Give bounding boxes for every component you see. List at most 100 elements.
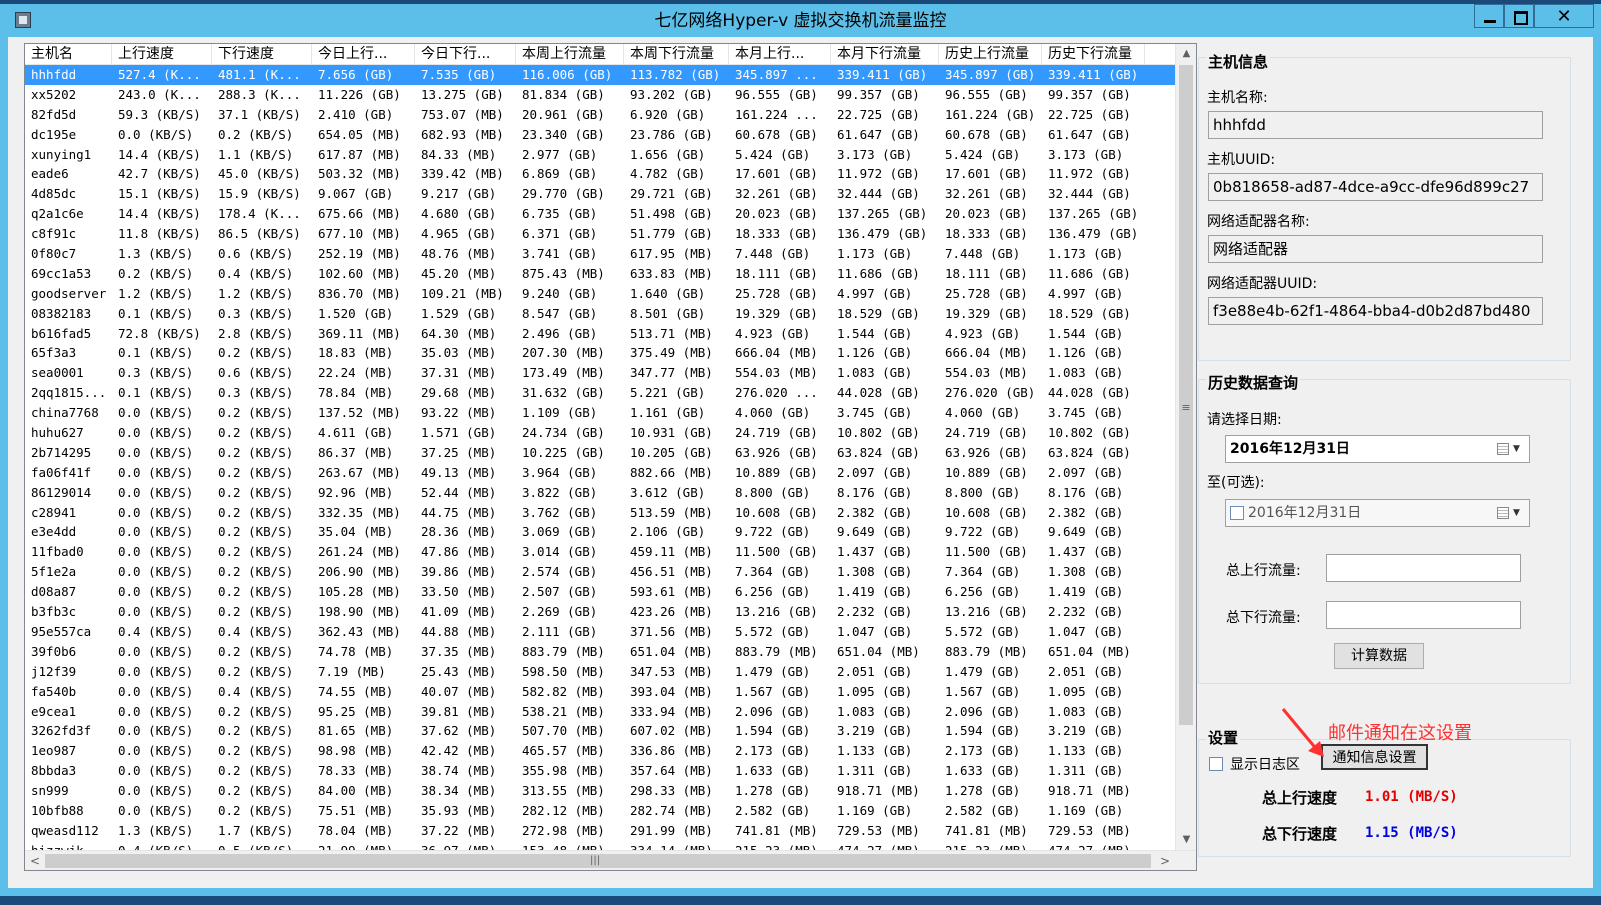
table-row[interactable]: 39f0b6 0.0 (KB/S) 0.2 (KB/S) 74.78 (MB) 37.3… xyxy=(25,642,1175,662)
table-row[interactable]: 1eo987 0.0 (KB/S) 0.2 (KB/S) 98.98 (MB) 42.4… xyxy=(25,741,1175,761)
table-cell: 883.79 (MB) xyxy=(945,643,1028,659)
table-row[interactable]: 11fbad0 0.0 (KB/S) 0.2 (KB/S) 261.24 (MB) 47… xyxy=(25,542,1175,562)
table-cell: 7.19 (MB) xyxy=(318,663,386,679)
table-row[interactable]: sea0001 0.3 (KB/S) 0.6 (KB/S) 22.24 (MB) 37.… xyxy=(25,363,1175,383)
calculate-button[interactable]: 计算数据 xyxy=(1334,643,1424,669)
close-button[interactable]: ✕ xyxy=(1534,4,1594,28)
table-row[interactable]: fa540b 0.0 (KB/S) 0.4 (KB/S) 74.55 (MB) 40.0… xyxy=(25,682,1175,702)
table-row[interactable]: 10bfb88 0.0 (KB/S) 0.2 (KB/S) 75.51 (MB) 35.… xyxy=(25,801,1175,821)
host-name-field[interactable]: hhhfdd xyxy=(1208,111,1543,139)
table-row[interactable]: e9cea1 0.0 (KB/S) 0.2 (KB/S) 95.25 (MB) 39.8… xyxy=(25,702,1175,722)
list-body[interactable]: hhhfdd 527.4 (K... 481.1 (K... 7.656 (GB) 7.… xyxy=(25,65,1175,851)
table-cell: 503.32 (MB) xyxy=(318,166,401,182)
table-row[interactable]: xunying1 14.4 (KB/S) 1.1 (KB/S) 617.87 (MB)… xyxy=(25,145,1175,165)
table-cell: 0.0 (KB/S) xyxy=(118,126,194,142)
chevron-down-icon[interactable]: ▼ xyxy=(1513,500,1520,526)
table-row[interactable]: 65f3a3 0.1 (KB/S) 0.2 (KB/S) 18.83 (MB) 35.0… xyxy=(25,343,1175,363)
table-cell: 20.023 (GB) xyxy=(735,206,818,222)
adapter-name-field[interactable]: 网络适配器 xyxy=(1208,235,1543,263)
column-header[interactable]: 下行速度 xyxy=(212,44,312,64)
scroll-down-icon[interactable]: ▼ xyxy=(1176,830,1196,850)
table-cell: 19.329 (GB) xyxy=(945,305,1028,321)
table-row[interactable]: 95e557ca 0.4 (KB/S) 0.4 (KB/S) 362.43 (MB) 4… xyxy=(25,622,1175,642)
start-date-picker[interactable]: 2016年12月31日 ▼ xyxy=(1225,435,1530,463)
table-row[interactable]: 3262fd3f 0.0 (KB/S) 0.2 (KB/S) 81.65 (MB) 37… xyxy=(25,721,1175,741)
vertical-scrollbar[interactable]: ▲ ≡ ▼ xyxy=(1175,44,1196,850)
table-row[interactable]: fa06f41f 0.0 (KB/S) 0.2 (KB/S) 263.67 (MB) 4… xyxy=(25,463,1175,483)
table-row[interactable]: 08382183 0.1 (KB/S) 0.3 (KB/S) 1.520 (GB) 1.… xyxy=(25,304,1175,324)
arrow-icon xyxy=(1281,708,1324,757)
column-header[interactable]: 本周下行流量 xyxy=(624,44,729,64)
column-header[interactable]: 历史下行流量 xyxy=(1042,44,1145,64)
column-header[interactable]: 本月上行... xyxy=(729,44,831,64)
table-cell: 22.725 (GB) xyxy=(837,106,920,122)
table-row[interactable]: xx5202 243.0 (K... 288.3 (K... 11.226 (GB) 1… xyxy=(25,85,1175,105)
notify-settings-button[interactable]: 通知信息设置 xyxy=(1321,744,1428,770)
scroll-right-icon[interactable]: > xyxy=(1155,851,1175,870)
table-row[interactable]: 0f80c7 1.3 (KB/S) 0.6 (KB/S) 252.19 (MB) 48.… xyxy=(25,244,1175,264)
column-header[interactable]: 今日上行... xyxy=(312,44,415,64)
host-traffic-list[interactable]: 主机名 上行速度 下行速度 今日上行... 今日下行... 本周上行流量 本周下行流量 本月上… xyxy=(24,43,1197,871)
column-header[interactable]: 历史上行流量 xyxy=(939,44,1042,64)
table-row[interactable]: b3fb3c 0.0 (KB/S) 0.2 (KB/S) 198.90 (MB) 41.… xyxy=(25,602,1175,622)
table-row[interactable]: 2qq1815... 0.1 (KB/S) 0.3 (KB/S) 78.84 (MB)… xyxy=(25,383,1175,403)
table-row[interactable]: b616fad5 72.8 (KB/S) 2.8 (KB/S) 369.11 (MB)… xyxy=(25,324,1175,344)
table-cell: 207.30 (MB) xyxy=(522,345,605,361)
table-cell: 0.2 (KB/S) xyxy=(218,703,294,719)
vertical-scroll-thumb[interactable]: ≡ xyxy=(1179,65,1193,725)
column-header[interactable]: 今日下行... xyxy=(415,44,516,64)
table-row[interactable]: goodserver 1.2 (KB/S) 1.2 (KB/S) 836.70 (MB… xyxy=(25,284,1175,304)
chevron-down-icon[interactable]: ▼ xyxy=(1513,436,1520,462)
table-row[interactable]: 2b714295 0.0 (KB/S) 0.2 (KB/S) 86.37 (MB) 37… xyxy=(25,443,1175,463)
scroll-left-icon[interactable]: < xyxy=(25,851,45,870)
calendar-icon[interactable] xyxy=(1497,507,1509,519)
table-row[interactable]: eade6 42.7 (KB/S) 45.0 (KB/S) 503.32 (MB) 33… xyxy=(25,164,1175,184)
scroll-up-icon[interactable]: ▲ xyxy=(1176,44,1196,64)
table-cell: 13.216 (GB) xyxy=(735,604,818,620)
table-row[interactable]: qweasd112 1.3 (KB/S) 1.7 (KB/S) 78.04 (MB) 3… xyxy=(25,821,1175,841)
column-header[interactable]: 上行速度 xyxy=(112,44,212,64)
horizontal-scrollbar[interactable]: < ||| > xyxy=(25,850,1196,870)
column-header[interactable]: 主机名 xyxy=(25,44,112,64)
table-row[interactable]: sn999 0.0 (KB/S) 0.2 (KB/S) 84.00 (MB) 38.34… xyxy=(25,781,1175,801)
table-row[interactable]: china7768 0.0 (KB/S) 0.2 (KB/S) 137.52 (MB)… xyxy=(25,403,1175,423)
table-row[interactable]: d08a87 0.0 (KB/S) 0.2 (KB/S) 105.28 (MB) 33.… xyxy=(25,582,1175,602)
table-cell: 2.111 (GB) xyxy=(522,623,598,639)
table-row[interactable]: 86129014 0.0 (KB/S) 0.2 (KB/S) 92.96 (MB) 52… xyxy=(25,483,1175,503)
table-row[interactable]: 8bbda3 0.0 (KB/S) 0.2 (KB/S) 78.33 (MB) 38.7… xyxy=(25,761,1175,781)
table-row[interactable]: e3e4dd 0.0 (KB/S) 0.2 (KB/S) 35.04 (MB) 28.3… xyxy=(25,522,1175,542)
total-up-traffic-field[interactable] xyxy=(1326,554,1521,582)
table-row[interactable]: 82fd5d 59.3 (KB/S) 37.1 (KB/S) 2.410 (GB) 75… xyxy=(25,105,1175,125)
table-row[interactable]: huhu627 0.0 (KB/S) 0.2 (KB/S) 4.611 (GB) 1.5… xyxy=(25,423,1175,443)
table-row[interactable]: 69cc1a53 0.2 (KB/S) 0.4 (KB/S) 102.60 (MB) 4… xyxy=(25,264,1175,284)
app-window: 七亿网络Hyper-v 虚拟交换机流量监控 ✕ 主机名 上行速度 下行速度 今日上行.… xyxy=(0,4,1601,896)
table-cell: 362.43 (MB) xyxy=(318,623,401,639)
table-cell: 10.802 (GB) xyxy=(837,425,920,441)
adapter-uuid-field[interactable]: f3e88e4b-62f1-4864-bba4-d0b2d87bd480 xyxy=(1208,297,1543,325)
minimize-button[interactable] xyxy=(1474,4,1504,28)
show-log-checkbox[interactable] xyxy=(1209,757,1223,771)
taskbar-bottom xyxy=(0,896,1601,905)
total-down-traffic-field[interactable] xyxy=(1326,601,1521,629)
table-cell: 0.0 (KB/S) xyxy=(118,643,194,659)
table-row[interactable]: q2a1c6e 14.4 (KB/S) 178.4 (K... 675.66 (MB)… xyxy=(25,204,1175,224)
column-header[interactable]: 本月下行流量 xyxy=(831,44,939,64)
end-date-picker[interactable]: 2016年12月31日 ▼ xyxy=(1225,499,1530,527)
table-cell: 0.0 (KB/S) xyxy=(118,743,194,759)
table-row[interactable]: c28941 0.0 (KB/S) 0.2 (KB/S) 332.35 (MB) 44.… xyxy=(25,503,1175,523)
table-cell: 1.567 (GB) xyxy=(945,683,1021,699)
calendar-icon[interactable] xyxy=(1497,443,1509,455)
table-cell: 7.448 (GB) xyxy=(735,246,811,262)
host-uuid-field[interactable]: 0b818658-ad87-4dce-a9cc-dfe96d899c27 xyxy=(1208,173,1543,201)
table-row[interactable]: c8f91c 11.8 (KB/S) 86.5 (KB/S) 677.10 (MB) 4… xyxy=(25,224,1175,244)
table-row[interactable]: 5f1e2a 0.0 (KB/S) 0.2 (KB/S) 206.90 (MB) 39.… xyxy=(25,562,1175,582)
maximize-button[interactable] xyxy=(1504,4,1534,28)
column-header[interactable]: 本周上行流量 xyxy=(516,44,624,64)
table-row[interactable]: j12f39 0.0 (KB/S) 0.2 (KB/S) 7.19 (MB) 25.43… xyxy=(25,662,1175,682)
end-date-checkbox[interactable] xyxy=(1230,506,1244,520)
horizontal-scroll-thumb[interactable]: ||| xyxy=(45,854,1151,868)
table-row[interactable]: 4d85dc 15.1 (KB/S) 15.9 (KB/S) 9.067 (GB) 9.… xyxy=(25,184,1175,204)
table-row[interactable]: dc195e 0.0 (KB/S) 0.2 (KB/S) 654.05 (MB) 682… xyxy=(25,125,1175,145)
table-row[interactable]: hhhfdd 527.4 (K... 481.1 (K... 7.656 (GB) 7.… xyxy=(25,65,1175,85)
table-cell: 10.889 (GB) xyxy=(735,464,818,480)
